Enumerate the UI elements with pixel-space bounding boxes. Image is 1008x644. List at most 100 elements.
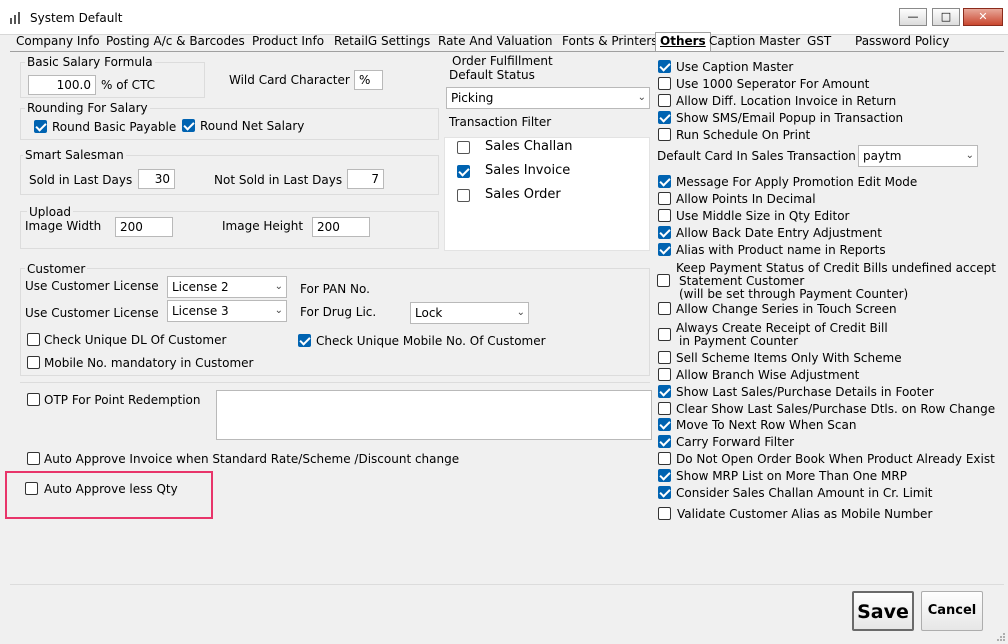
window-title: System Default xyxy=(30,11,123,25)
check-unique-mobile-label: Check Unique Mobile No. Of Customer xyxy=(316,334,546,348)
middle-size-qty-checkbox[interactable] xyxy=(658,209,671,222)
filter-sales-challan-checkbox[interactable] xyxy=(457,141,470,154)
image-height-input[interactable]: 200 xyxy=(312,217,370,237)
minimize-button[interactable]: — xyxy=(899,8,927,26)
default-card-combo[interactable]: paytm ⌄ xyxy=(858,145,978,167)
resize-grip-icon[interactable] xyxy=(996,632,1006,642)
chevron-down-icon: ⌄ xyxy=(516,307,525,318)
validate-alias-checkbox[interactable] xyxy=(658,507,671,520)
tab-caption-master[interactable]: Caption Master xyxy=(705,33,804,50)
chevron-down-icon: ⌄ xyxy=(274,281,283,292)
drug-lic-combo[interactable]: Lock ⌄ xyxy=(410,302,529,324)
tab-others[interactable]: Others xyxy=(655,32,711,52)
auto-approve-qty-label: Auto Approve less Qty xyxy=(44,482,178,496)
customer-license-combo-1[interactable]: License 2 ⌄ xyxy=(167,276,287,298)
round-basic-checkbox[interactable] xyxy=(34,120,47,133)
close-icon: ✕ xyxy=(978,10,988,23)
always-create-line2: in Payment Counter xyxy=(679,334,799,348)
mobile-mandatory-checkbox[interactable] xyxy=(27,356,40,369)
validate-alias-label: Validate Customer Alias as Mobile Number xyxy=(677,507,933,521)
check-unique-dl-checkbox[interactable] xyxy=(27,333,40,346)
use-caption-master-checkbox[interactable] xyxy=(658,60,671,73)
last-sales-footer-label: Show Last Sales/Purchase Details in Foot… xyxy=(676,385,934,399)
sold-label: Sold in Last Days xyxy=(29,173,133,187)
sales-challan-credit-checkbox[interactable] xyxy=(658,486,671,499)
next-row-scan-checkbox[interactable] xyxy=(658,418,671,431)
sold-days-input[interactable]: 30 xyxy=(138,169,175,189)
order-fulfillment-label: Order Fulfillment xyxy=(452,54,553,68)
tab-retailg-settings[interactable]: RetailG Settings xyxy=(330,33,434,50)
run-schedule-print-checkbox[interactable] xyxy=(658,128,671,141)
sell-scheme-checkbox[interactable] xyxy=(658,351,671,364)
sms-email-popup-label: Show SMS/Email Popup in Transaction xyxy=(676,111,904,125)
filter-sales-order-label: Sales Order xyxy=(485,187,561,202)
customer-license-label-1: Use Customer License xyxy=(25,279,159,293)
smart-salesman-label: Smart Salesman xyxy=(23,148,126,162)
default-status-value: Picking xyxy=(451,91,494,105)
customer-license-value-2: License 3 xyxy=(172,304,229,318)
run-schedule-print-label: Run Schedule On Print xyxy=(676,128,811,142)
filter-sales-invoice-checkbox[interactable] xyxy=(457,165,470,178)
tab-product-info[interactable]: Product Info xyxy=(248,33,328,50)
last-sales-footer-checkbox[interactable] xyxy=(658,385,671,398)
tab-posting[interactable]: Posting A/c & Barcodes xyxy=(102,33,249,50)
otp-checkbox[interactable] xyxy=(27,393,40,406)
tab-gst[interactable]: GST xyxy=(803,33,835,50)
thousand-separator-label: Use 1000 Seperator For Amount xyxy=(676,77,870,91)
points-decimal-checkbox[interactable] xyxy=(658,192,671,205)
image-width-label: Image Width xyxy=(25,219,102,233)
tab-password-policy[interactable]: Password Policy xyxy=(851,33,953,50)
diff-location-return-label: Allow Diff. Location Invoice in Return xyxy=(676,94,897,108)
filter-sales-order-checkbox[interactable] xyxy=(457,189,470,202)
default-status-combo[interactable]: Picking ⌄ xyxy=(446,87,650,109)
round-net-checkbox[interactable] xyxy=(182,119,195,132)
order-book-checkbox[interactable] xyxy=(658,452,671,465)
basic-salary-input[interactable]: 100.0 xyxy=(28,75,96,95)
mrp-list-checkbox[interactable] xyxy=(658,469,671,482)
clear-last-sales-checkbox[interactable] xyxy=(658,402,671,415)
always-create-line1: Always Create Receipt of Credit Bill xyxy=(676,321,888,335)
filter-sales-challan-label: Sales Challan xyxy=(485,139,573,154)
alias-product-name-checkbox[interactable] xyxy=(658,243,671,256)
not-sold-days-input[interactable]: 7 xyxy=(347,169,384,189)
close-button[interactable]: ✕ xyxy=(963,8,1003,26)
wildcard-input[interactable]: % xyxy=(354,70,383,90)
change-series-checkbox[interactable] xyxy=(658,302,671,315)
otp-memo[interactable] xyxy=(216,390,652,440)
promotion-edit-checkbox[interactable] xyxy=(658,175,671,188)
sms-email-popup-checkbox[interactable] xyxy=(658,111,671,124)
tab-rate-valuation[interactable]: Rate And Valuation xyxy=(434,33,557,50)
back-date-entry-checkbox[interactable] xyxy=(658,226,671,239)
branch-wise-checkbox[interactable] xyxy=(658,368,671,381)
check-unique-mobile-checkbox[interactable] xyxy=(298,334,311,347)
carry-forward-label: Carry Forward Filter xyxy=(676,435,795,449)
otp-divider xyxy=(20,382,650,383)
pan-label: For PAN No. xyxy=(300,282,370,296)
auto-approve-qty-checkbox[interactable] xyxy=(25,482,38,495)
always-create-receipt-checkbox[interactable] xyxy=(658,328,671,341)
customer-license-combo-2[interactable]: License 3 ⌄ xyxy=(167,300,287,322)
auto-approve-invoice-checkbox[interactable] xyxy=(27,452,40,465)
branch-wise-label: Allow Branch Wise Adjustment xyxy=(676,368,860,382)
basic-salary-label: Basic Salary Formula xyxy=(25,55,155,69)
keep-payment-line2: Statement Customer xyxy=(679,274,805,288)
diff-location-return-checkbox[interactable] xyxy=(658,94,671,107)
points-decimal-label: Allow Points In Decimal xyxy=(676,192,816,206)
order-book-label: Do Not Open Order Book When Product Alre… xyxy=(676,452,995,466)
sell-scheme-label: Sell Scheme Items Only With Scheme xyxy=(676,351,902,365)
image-width-input[interactable]: 200 xyxy=(115,217,173,237)
maximize-button[interactable]: □ xyxy=(932,8,960,26)
thousand-separator-checkbox[interactable] xyxy=(658,77,671,90)
carry-forward-checkbox[interactable] xyxy=(658,435,671,448)
promotion-edit-label: Message For Apply Promotion Edit Mode xyxy=(676,175,918,189)
tab-divider xyxy=(10,51,1004,52)
chevron-down-icon: ⌄ xyxy=(965,150,974,161)
app-chart-icon xyxy=(10,12,20,24)
keep-payment-checkbox[interactable] xyxy=(657,274,670,287)
tab-company-info[interactable]: Company Info xyxy=(12,33,104,50)
tab-fonts-printers[interactable]: Fonts & Printers xyxy=(558,33,662,50)
chevron-down-icon: ⌄ xyxy=(274,305,283,316)
save-button[interactable]: Save xyxy=(852,591,914,631)
cancel-button[interactable]: Cancel xyxy=(921,591,983,631)
drug-lic-label: For Drug Lic. xyxy=(300,305,377,319)
